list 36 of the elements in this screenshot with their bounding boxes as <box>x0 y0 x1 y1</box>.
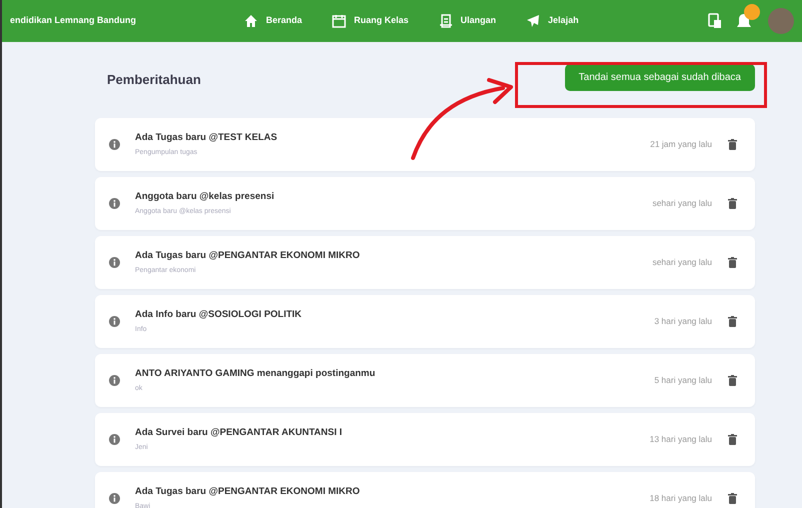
notification-title: Ada Info baru @SOSIOLOGI POLITIK <box>135 308 303 322</box>
trash-icon[interactable] <box>728 316 737 327</box>
info-icon <box>109 257 120 268</box>
notification-title: Ada Survei baru @PENGANTAR AKUNTANSI I <box>135 426 344 440</box>
notification-time: 5 hari yang lalu <box>654 374 712 387</box>
info-icon <box>109 493 120 504</box>
trash-icon[interactable] <box>728 139 737 150</box>
trash-icon[interactable] <box>728 257 737 268</box>
notification-title: Ada Tugas baru @TEST KELAS <box>135 130 278 145</box>
home-icon <box>244 14 258 28</box>
notification-time: 3 hari yang lalu <box>654 315 712 328</box>
page-title: Pemberitahuan <box>107 72 201 88</box>
notification-time: 13 hari yang lalu <box>650 433 712 446</box>
trash-icon[interactable] <box>728 375 737 386</box>
notification-time: sehari yang lalu <box>652 256 712 269</box>
trash-icon[interactable] <box>728 493 737 504</box>
notification-title: Anggota baru @kelas presensi <box>135 190 276 204</box>
info-icon <box>109 139 120 150</box>
notification-title: Ada Tugas baru @PENGANTAR EKONOMI MIKRO <box>135 248 361 263</box>
notification-title: ANTO ARIYANTO GAMING menanggapi postinganmu <box>135 366 376 381</box>
trash-icon[interactable] <box>728 198 737 209</box>
notification-time: sehari yang lalu <box>652 197 712 210</box>
paper-plane-icon <box>526 14 540 28</box>
info-icon <box>109 198 120 209</box>
info-icon <box>109 375 120 386</box>
notification-time: 18 hari yang lalu <box>650 492 712 505</box>
notification-title: Ada Tugas baru @PENGANTAR EKONOMI MIKRO <box>135 484 361 499</box>
notification-badge <box>744 4 760 20</box>
info-icon <box>109 434 120 445</box>
calendar-icon <box>332 14 346 28</box>
document-icon <box>438 14 453 28</box>
mark-all-read-button[interactable]: Tandai semua sebagai sudah dibaca <box>564 64 755 90</box>
info-icon <box>109 316 120 327</box>
notification-time: 21 jam yang lalu <box>650 138 712 151</box>
trash-icon[interactable] <box>728 434 737 445</box>
document-icon[interactable] <box>708 13 722 29</box>
